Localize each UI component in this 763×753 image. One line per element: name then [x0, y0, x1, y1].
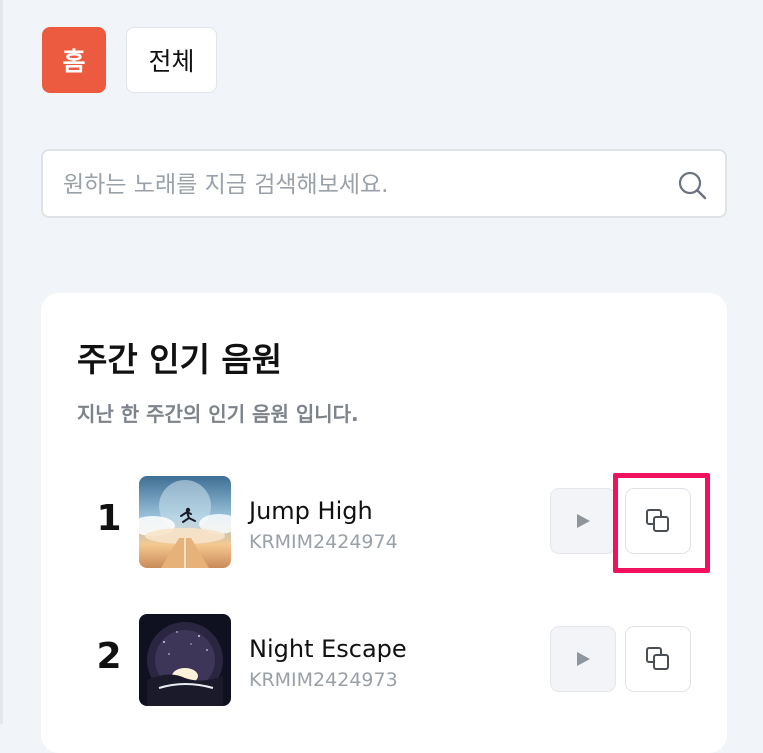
search-icon[interactable]: [677, 170, 707, 200]
album-cover-image[interactable]: [139, 614, 231, 706]
page-left-border: [0, 0, 3, 724]
all-tab[interactable]: 전체: [126, 27, 217, 93]
song-rank: 2: [96, 636, 122, 677]
section-title: 주간 인기 음원: [77, 340, 283, 379]
play-button[interactable]: [550, 488, 616, 554]
section-subtitle: 지난 한 주간의 인기 음원 입니다.: [77, 402, 359, 426]
copy-icon: [646, 509, 669, 532]
song-rank: 1: [96, 498, 122, 539]
home-tab[interactable]: 홈: [42, 27, 106, 93]
play-icon: [577, 514, 590, 528]
song-title: Jump High: [249, 497, 373, 525]
search-input[interactable]: [61, 151, 665, 218]
play-button[interactable]: [550, 626, 616, 692]
weekly-popular-card: 주간 인기 음원 지난 한 주간의 인기 음원 입니다. 1 Jump High…: [41, 293, 727, 753]
copy-button[interactable]: [625, 488, 691, 554]
song-code: KRMIM2424974: [249, 531, 398, 553]
play-icon: [577, 652, 590, 666]
song-title: Night Escape: [249, 635, 407, 663]
album-cover-image[interactable]: [139, 476, 231, 568]
song-row: 2 Night Escape KRMIM2424973: [41, 614, 727, 710]
search-box: [41, 149, 727, 218]
copy-button[interactable]: [625, 626, 691, 692]
song-row: 1 Jump High KRMIM2424974: [41, 473, 727, 573]
copy-icon: [646, 647, 669, 670]
song-code: KRMIM2424973: [249, 669, 398, 691]
